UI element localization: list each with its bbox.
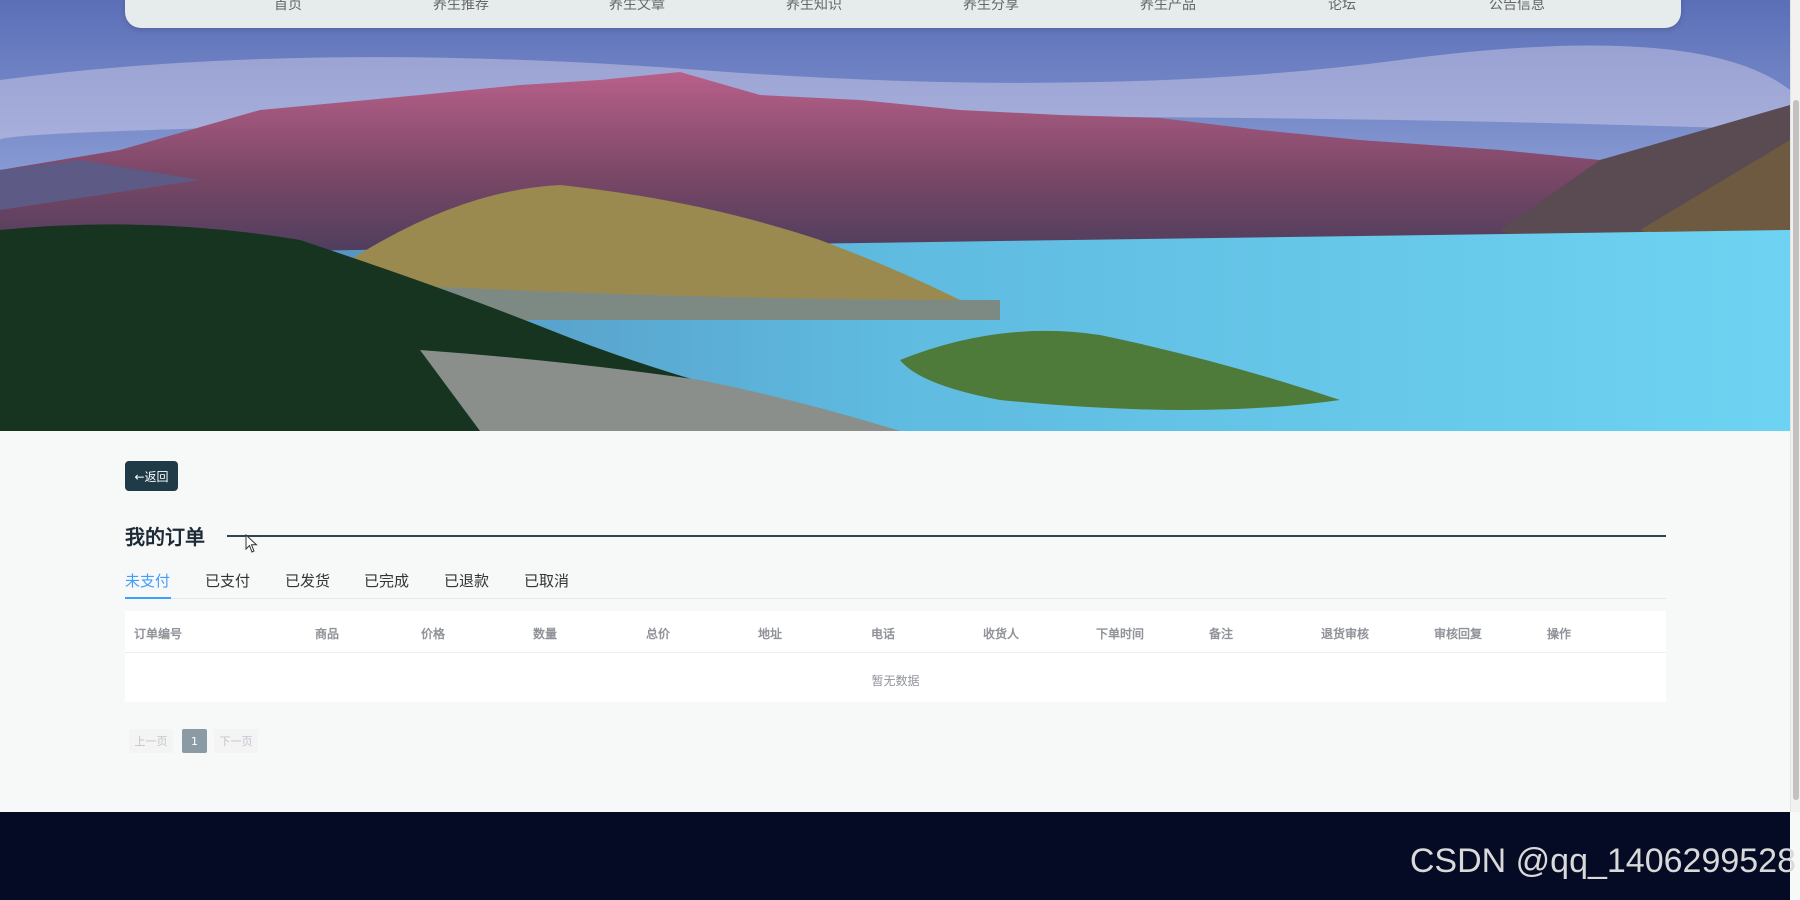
column-header-return-review: 退货审核 [1321, 627, 1370, 641]
nav-item-knowledge[interactable]: 养生知识 [786, 0, 842, 14]
nav-item-forum[interactable]: 论坛 [1328, 0, 1356, 14]
orders-table: 订单编号 商品 价格 数量 总价 地址 电话 收货人 下单时间 备注 退货审核 … [125, 611, 1666, 702]
scrollbar-thumb[interactable] [1793, 100, 1799, 800]
nav-item-articles[interactable]: 养生文章 [609, 0, 665, 14]
back-button[interactable]: ←返回 [125, 461, 178, 491]
column-header-review-reply: 审核回复 [1434, 627, 1483, 641]
column-header-price: 价格 [421, 627, 446, 641]
tab-cancelled[interactable]: 已取消 [524, 570, 569, 591]
column-header-total: 总价 [646, 627, 671, 641]
page-scrollbar[interactable] [1790, 0, 1800, 812]
page-title: 我的订单 [125, 525, 205, 549]
nav-item-home[interactable]: 首页 [274, 0, 302, 14]
table-header: 订单编号 商品 价格 数量 总价 地址 电话 收货人 下单时间 备注 退货审核 … [125, 611, 1666, 653]
column-header-product: 商品 [315, 627, 340, 641]
nav-item-recommend[interactable]: 养生推荐 [433, 0, 489, 14]
column-header-remark: 备注 [1209, 627, 1234, 641]
nav-item-announcements[interactable]: 公告信息 [1489, 0, 1545, 14]
order-status-tabs: 未支付 已支付 已发货 已完成 已退款 已取消 [125, 568, 1666, 599]
prev-page-button[interactable]: 上一页 [129, 729, 173, 753]
title-divider [227, 535, 1666, 537]
nav-item-share[interactable]: 养生分享 [963, 0, 1019, 14]
active-tab-indicator [125, 597, 171, 599]
tab-unpaid[interactable]: 未支付 [125, 570, 170, 591]
tab-shipped[interactable]: 已发货 [285, 570, 330, 591]
next-page-button[interactable]: 下一页 [214, 729, 258, 753]
column-header-recipient: 收货人 [983, 627, 1020, 641]
column-header-order-no: 订单编号 [134, 627, 183, 641]
column-header-quantity: 数量 [533, 627, 558, 641]
page-number-current[interactable]: 1 [182, 729, 207, 753]
nav-item-products[interactable]: 养生产品 [1140, 0, 1196, 14]
hero-banner-image [0, 0, 1790, 431]
watermark-text: CSDN @qq_1406299528 [1409, 842, 1796, 880]
mouse-cursor-icon [245, 534, 258, 553]
top-navigation: 首页 养生推荐 养生文章 养生知识 养生分享 养生产品 论坛 公告信息 [125, 0, 1681, 28]
tab-refunded[interactable]: 已退款 [444, 570, 489, 591]
column-header-order-time: 下单时间 [1096, 627, 1145, 641]
column-header-phone: 电话 [871, 627, 896, 641]
column-header-actions: 操作 [1547, 627, 1572, 641]
column-header-address: 地址 [758, 627, 783, 641]
empty-state-text: 暂无数据 [871, 674, 920, 688]
tab-paid[interactable]: 已支付 [205, 570, 250, 591]
tab-completed[interactable]: 已完成 [364, 570, 409, 591]
